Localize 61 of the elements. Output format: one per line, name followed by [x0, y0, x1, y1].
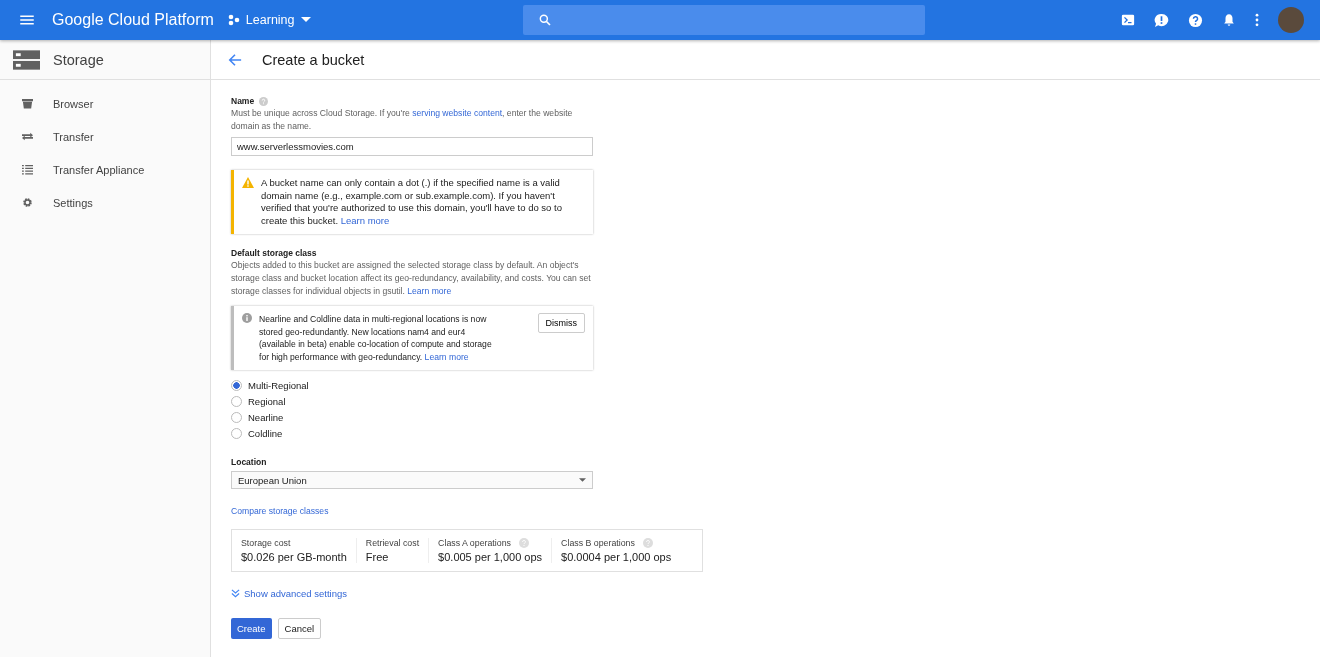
radio-button[interactable] [231, 380, 242, 391]
learn-more-link[interactable]: Learn more [424, 351, 469, 362]
warning-text: A bucket name can only contain a dot (.) if the specified name is a valid domain name (e.g., example.com or sub.example.com). If you haven't verified that you're authorized to use this domain, you'll have to do so to create this bucket. Learn more [261, 177, 563, 227]
section-label: Default storage class [231, 248, 317, 258]
cost-label: Retrieval cost [365, 538, 420, 548]
list-icon [22, 164, 33, 175]
cost-label: Class A operations [438, 538, 511, 548]
radio-option[interactable]: Regional [231, 395, 711, 408]
caret-icon [300, 17, 311, 23]
chevron-down-icon [231, 589, 240, 598]
radio-button[interactable] [231, 428, 242, 439]
bucket-icon [22, 98, 33, 109]
name-input[interactable]: www.serverlessmovies.com [231, 137, 593, 156]
cost-value: $0.026 per GB-month [241, 551, 347, 563]
sidebar-item[interactable]: Transfer [0, 120, 210, 153]
learn-more-link[interactable]: Learn more [340, 214, 390, 226]
radio-option[interactable]: Coldline [231, 427, 711, 440]
learn-more-link[interactable]: Learn more [407, 286, 452, 296]
radio-button[interactable] [231, 396, 242, 407]
cost-value: Free [365, 551, 390, 563]
sidebar-item[interactable]: Browser [0, 87, 210, 120]
radio-option[interactable]: Nearline [231, 411, 711, 424]
help-text: Must be unique across Cloud Storage. If you're serving website content, enter the website domain as the name. [231, 107, 574, 133]
swap-arrows-icon [22, 131, 33, 142]
cancel-button[interactable]: Cancel [277, 618, 322, 639]
terminal-icon[interactable] [1121, 13, 1135, 27]
radio-button[interactable] [231, 412, 242, 423]
location-dropdown[interactable]: European Union [231, 471, 593, 489]
cost-label: Class B operations [561, 538, 635, 548]
storage-icon [13, 49, 40, 70]
search-icon [537, 13, 552, 27]
warning-icon [242, 177, 254, 188]
more-icon[interactable] [1255, 13, 1259, 27]
sidebar-title: Storage [53, 51, 104, 68]
search-field[interactable] [522, 5, 925, 35]
compare-link[interactable]: Compare storage classes [231, 506, 329, 516]
help-icon[interactable] [1188, 12, 1203, 28]
bell-icon[interactable] [1222, 13, 1236, 27]
page-title: Create a bucket [262, 51, 365, 68]
sidebar-item[interactable]: Transfer Appliance [0, 153, 210, 186]
info-icon [242, 313, 252, 323]
field-label: Location [231, 457, 267, 467]
back-arrow-icon[interactable] [228, 52, 242, 67]
cost-value: $0.0004 per 1,000 ops [561, 551, 672, 563]
advanced-settings-link[interactable]: Show advanced settings [231, 588, 347, 599]
info-text: Nearline and Coldline data in multi-regional locations is now stored geo-redundantly. New locations nam4 and eur4 (available in beta) enable co-location of compute and storage for high performance with geo-redundancy. Learn more [259, 313, 493, 363]
avatar[interactable] [1278, 7, 1304, 33]
cost-value: $0.005 per 1,000 ops [438, 551, 543, 563]
feedback-icon[interactable] [1154, 12, 1169, 28]
cost-label: Storage cost [241, 538, 291, 548]
settings-icon [22, 197, 33, 208]
project-selector[interactable]: Learning [227, 13, 311, 27]
sidebar-item[interactable]: Settings [0, 186, 210, 219]
description-text: Objects added to this bucket are assigned the selected storage class by default. An object's storage class and bucket location affect its geo-redundancy, availability, and costs. You can set storage classes for individual objects in gsutil. Learn more [231, 259, 592, 298]
app-title[interactable]: Google Cloud Platform [52, 11, 214, 29]
create-button[interactable]: Create [231, 618, 272, 639]
caret-icon [579, 478, 586, 482]
dots-icon [227, 14, 240, 26]
dismiss-button[interactable]: Dismiss [537, 313, 585, 333]
radio-option[interactable]: Multi-Regional [231, 379, 711, 392]
field-label: Name [231, 96, 255, 106]
